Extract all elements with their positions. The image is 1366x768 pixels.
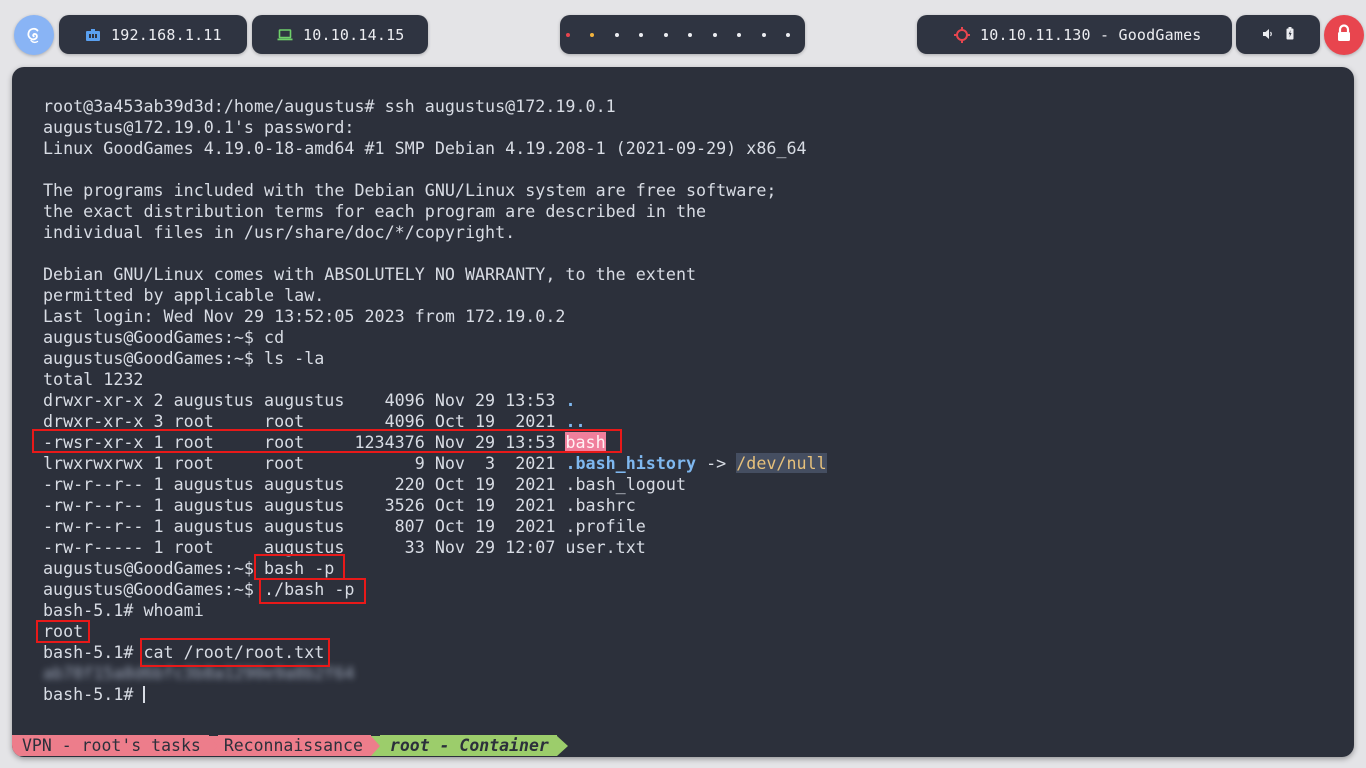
lock-button[interactable] [1324,15,1364,55]
listing-meta: drwxr-xr-x 3 root root 4096 Oct 19 2021 [43,411,566,431]
listing-row: -rw-r----- 1 root augustus 33 Nov 29 12:… [43,537,646,557]
terminal-line: Last login: Wed Nov 29 13:52:05 2023 fro… [43,306,566,326]
status-segment-vpn[interactable]: VPN - root's tasks [12,735,209,756]
prompt: augustus@GoodGames:~$ [43,579,265,599]
symlink-arrow: -> [696,453,737,473]
workspace-switcher[interactable] [560,15,805,54]
lock-icon [1336,24,1352,46]
prompt-line: augustus@GoodGames:~$ ./bash -p [43,579,827,600]
terminal-line: the exact distribution terms for each pr… [43,201,707,221]
prompt: augustus@GoodGames:~$ [43,558,265,578]
terminal-line: augustus@GoodGames:~$ cd [43,327,285,347]
terminal-line: augustus@GoodGames:~$ ls -la [43,348,325,368]
symlink-target: /dev/null [736,453,827,473]
symlink-filename: .bash_history [565,453,697,473]
debian-logo-icon[interactable] [14,15,54,55]
highlight-box-cat-root [140,638,330,667]
terminal-line: Debian GNU/Linux comes with ABSOLUTELY N… [43,264,697,284]
workspace-dot-10[interactable] [785,32,790,37]
highlight-box-dot-bash-p [259,578,366,604]
volume-icon[interactable] [1262,26,1274,44]
network-icon [85,27,101,43]
target-label: 10.10.11.130 - GoodGames [980,25,1202,44]
prompt-line: augustus@GoodGames:~$ bash -p [43,558,827,579]
vpn-ip-label: 10.10.14.15 [303,25,405,44]
terminal-line: permitted by applicable law. [43,285,325,305]
terminal-line: Linux GoodGames 4.19.0-18-amd64 #1 SMP D… [43,138,807,158]
status-separator [208,735,218,756]
status-segment-recon[interactable]: Reconnaissance [217,735,371,756]
status-segment-active[interactable]: root - Container [379,735,557,756]
target-widget[interactable]: 10.10.11.130 - GoodGames [917,15,1232,54]
target-crosshair-icon [954,26,970,43]
listing-meta: lrwxrwxrwx 1 root root 9 Nov 3 2021 [43,453,566,473]
workspace-dot-3[interactable] [614,32,619,37]
highlight-box-bash-p [254,554,345,580]
terminal-line: total 1232 [43,369,144,389]
prompt-line: bash-5.1# whoami [43,600,204,620]
listing-row: -rw-r--r-- 1 augustus augustus 220 Oct 1… [43,474,686,494]
status-separator [556,735,568,756]
prompt: bash-5.1# [43,642,144,662]
terminal-line: The programs included with the Debian GN… [43,180,777,200]
listing-row-dot: drwxr-xr-x 2 augustus augustus 4096 Nov … [43,390,827,411]
workspace-dot-6[interactable] [688,32,693,37]
listing-meta: drwxr-xr-x 2 augustus augustus 4096 Nov … [43,390,566,410]
tmux-status-bar: VPN - root's tasks Reconnaissance root -… [12,734,1354,757]
workspace-dot-8[interactable] [737,32,742,37]
terminal-output: root@3a453ab39d3d:/home/augustus# ssh au… [43,96,827,705]
workspace-dot-9[interactable] [761,32,766,37]
laptop-icon [277,27,293,43]
listing-row: -rw-r--r-- 1 augustus augustus 3526 Oct … [43,495,636,515]
workspace-dot-5[interactable] [663,32,668,37]
terminal-line: individual files in /usr/share/doc/*/cop… [43,222,516,242]
lan-ip-label: 192.168.1.11 [111,25,222,44]
highlight-box-root [36,620,90,643]
battery-icon [1286,26,1294,44]
workspace-dot-7[interactable] [712,32,717,37]
terminal-window[interactable]: root@3a453ab39d3d:/home/augustus# ssh au… [12,67,1354,757]
listing-row: -rw-r--r-- 1 augustus augustus 807 Oct 1… [43,516,646,536]
audio-battery-widget[interactable] [1236,15,1320,54]
workspace-dot-1[interactable] [566,32,570,37]
terminal-line: augustus@172.19.0.1's password: [43,117,355,137]
listing-row-history: lrwxrwxrwx 1 root root 9 Nov 3 2021 .bas… [43,453,827,474]
text-cursor [143,686,146,703]
prompt-line[interactable]: bash-5.1# [43,684,827,705]
terminal-line: root@3a453ab39d3d:/home/augustus# ssh au… [43,96,616,116]
workspace-dot-2[interactable] [590,32,595,37]
lan-ip-widget[interactable]: 192.168.1.11 [59,15,247,54]
highlight-box-suid-bash [32,429,622,453]
listing-filename: . [565,390,576,410]
vpn-ip-widget[interactable]: 10.10.14.15 [252,15,428,54]
status-separator [370,735,380,756]
listing-filename: .. [565,411,586,431]
workspace-dot-4[interactable] [639,32,644,37]
prompt: bash-5.1# [43,684,144,704]
